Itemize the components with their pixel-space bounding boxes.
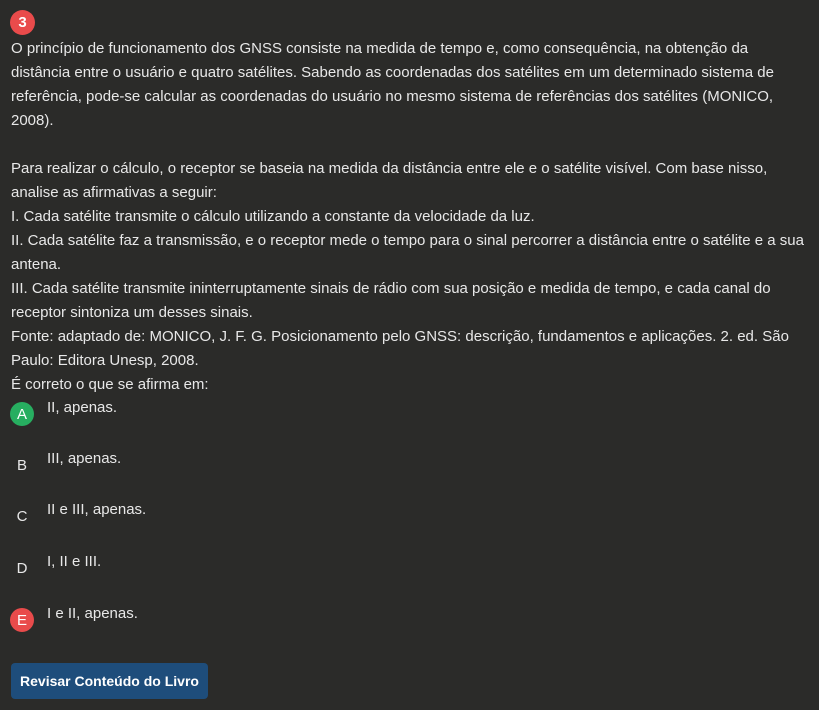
option-e-text: I e II, apenas. bbox=[47, 605, 138, 622]
option-c-letter: C bbox=[16, 507, 28, 525]
question-paragraph-1: O princípio de funcionamento dos GNSS co… bbox=[11, 40, 774, 129]
option-a-text: II, apenas. bbox=[47, 399, 118, 416]
option-b-text: III, apenas. bbox=[47, 450, 122, 467]
option-a-correct-marker: A bbox=[10, 402, 34, 426]
option-b-letter: B bbox=[16, 456, 27, 474]
option-d[interactable]: D I, II e III. bbox=[10, 552, 410, 582]
option-c[interactable]: C II e III, apenas. bbox=[10, 500, 410, 530]
source-citation: Fonte: adaptado de: MONICO, J. F. G. Pos… bbox=[11, 328, 789, 369]
question-paragraph-2: Para realizar o cálculo, o receptor se b… bbox=[11, 160, 768, 201]
question-text: O princípio de funcionamento dos GNSS co… bbox=[11, 37, 809, 397]
question-number: 3 bbox=[18, 14, 27, 31]
question-prompt: É correto o que se afirma em: bbox=[11, 376, 209, 393]
option-a[interactable]: A II, apenas. bbox=[10, 398, 410, 428]
statement-1: I. Cada satélite transmite o cálculo uti… bbox=[11, 208, 535, 225]
option-d-letter: D bbox=[16, 559, 28, 577]
option-d-text: I, II e III. bbox=[47, 553, 102, 570]
question-number-badge: 3 bbox=[10, 10, 35, 35]
option-e-wrong-marker: E bbox=[10, 608, 34, 632]
option-e[interactable]: E I e II, apenas. bbox=[10, 604, 410, 634]
review-book-content-button[interactable]: Revisar Conteúdo do Livro bbox=[11, 663, 208, 699]
statement-2: II. Cada satélite faz a transmissão, e o… bbox=[11, 232, 804, 273]
option-b[interactable]: B III, apenas. bbox=[10, 449, 410, 479]
question-panel: 3 O princípio de funcionamento dos GNSS … bbox=[0, 0, 819, 710]
statement-3: III. Cada satélite transmite ininterrupt… bbox=[11, 280, 771, 321]
option-c-text: II e III, apenas. bbox=[47, 501, 147, 518]
